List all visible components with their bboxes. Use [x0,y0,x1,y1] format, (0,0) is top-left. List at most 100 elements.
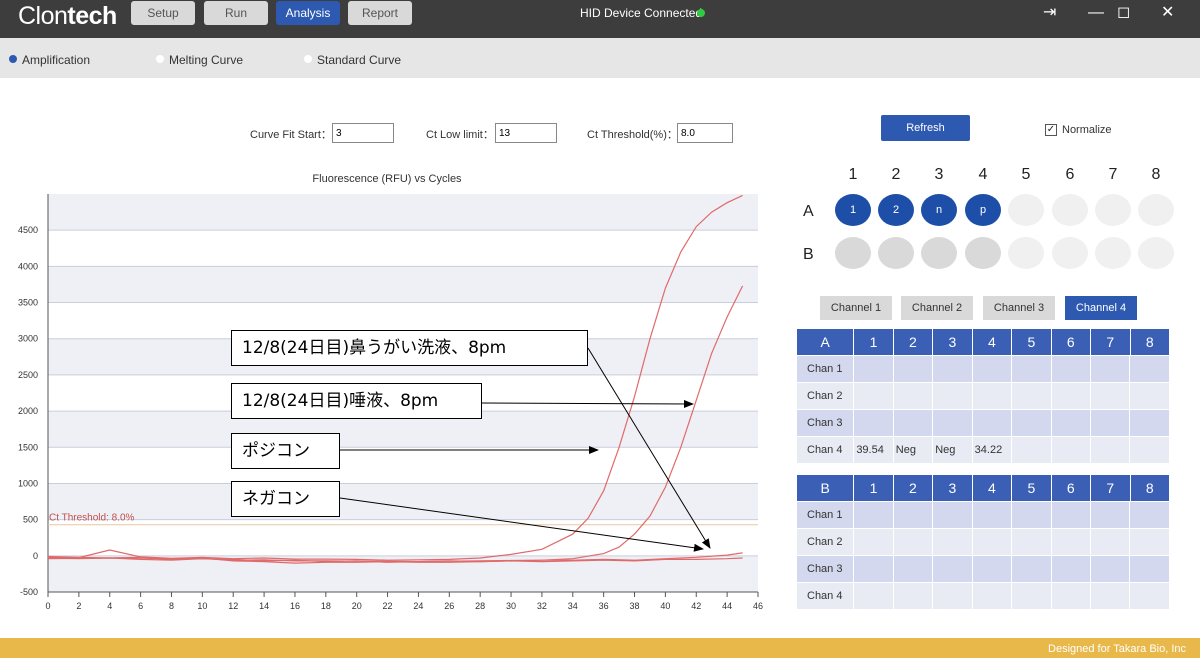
radio-standard-curve[interactable] [304,55,312,63]
table-header-cell: 1 [854,475,893,501]
tab-report[interactable]: Report [348,1,412,25]
ct-value-cell [1012,410,1051,436]
mode-melting-curve[interactable]: Melting Curve [169,53,243,67]
well-b2[interactable] [878,237,914,269]
mode-standard-curve[interactable]: Standard Curve [317,53,401,67]
y-tick-label: 0 [33,551,38,561]
ct-value-cell [854,356,893,382]
ct-value-cell [1130,556,1169,582]
ct-value-cell [1130,383,1169,409]
table-a-header-row: A12345678 [797,329,1170,356]
table-header-cell: 2 [893,329,933,355]
plate-col-6: 6 [1065,166,1075,183]
x-tick-label: 10 [197,601,207,611]
well-b5[interactable] [1008,237,1044,269]
channel-label: Chan 2 [797,383,854,409]
ct-value-cell [933,410,972,436]
tab-channel-4[interactable]: Channel 4 [1065,296,1137,320]
ct-value-cell [1012,356,1051,382]
ct-value-cell [893,356,933,382]
ct-value-cell [893,410,933,436]
ct-value-cell [1091,556,1130,582]
table-row: Chan 2 [797,529,1170,556]
table-b-header-row: B12345678 [797,475,1170,502]
x-tick-label: 30 [506,601,516,611]
well-a1[interactable]: 1 [835,194,871,226]
table-row: Chan 4 39.54 Neg Neg 34.22 [797,437,1170,464]
radio-melting-curve[interactable] [156,55,164,63]
ct-value-cell [893,502,933,528]
ct-value-cell: Neg [893,437,933,463]
well-b3[interactable] [921,237,957,269]
well-a2[interactable]: 2 [878,194,914,226]
y-tick-label: -500 [20,587,38,597]
ct-threshold-input[interactable] [677,123,733,143]
ct-value-cell [893,383,933,409]
tab-channel-3[interactable]: Channel 3 [983,296,1055,320]
plate-row-a: A [803,203,814,220]
ct-value-cell [933,529,972,555]
ct-threshold-label: Ct Threshold(%)： [587,129,678,141]
radio-amplification[interactable] [9,55,17,63]
y-tick-label: 3500 [18,298,38,308]
well-b7[interactable] [1095,237,1131,269]
minimize-icon[interactable]: — [1088,4,1104,22]
tab-analysis[interactable]: Analysis [276,1,340,25]
mode-amplification[interactable]: Amplification [22,53,90,67]
ct-value-cell [893,529,933,555]
y-tick-label: 2500 [18,370,38,380]
maximize-icon[interactable]: ◻ [1117,4,1130,22]
ct-value-cell [972,556,1012,582]
table-header-cell: B [797,475,854,501]
table-header-cell: 1 [854,329,893,355]
ct-value-cell [933,502,972,528]
table-header-cell: 8 [1130,329,1169,355]
table-row: Chan 3 [797,410,1170,437]
table-header-cell: 6 [1051,475,1091,501]
well-a6[interactable] [1052,194,1088,226]
ct-value-cell [1051,410,1091,436]
channel-label: Chan 1 [797,502,854,528]
ct-value-cell [854,529,893,555]
well-a4[interactable]: p [965,194,1001,226]
ct-value-cell [972,583,1012,609]
x-tick-label: 36 [599,601,609,611]
tab-run[interactable]: Run [204,1,268,25]
y-tick-label: 4500 [18,225,38,235]
tab-channel-1[interactable]: Channel 1 [820,296,892,320]
well-a7[interactable] [1095,194,1131,226]
normalize-checkbox[interactable]: ✓ [1045,124,1057,136]
refresh-button[interactable]: Refresh [881,115,970,141]
table-row: Chan 2 [797,383,1170,410]
well-b6[interactable] [1052,237,1088,269]
ct-low-input[interactable] [495,123,557,143]
well-b4[interactable] [965,237,1001,269]
ct-value-cell [1012,583,1051,609]
x-tick-label: 34 [568,601,578,611]
ct-value-cell [933,383,972,409]
well-b8[interactable] [1138,237,1174,269]
well-b1[interactable] [835,237,871,269]
x-tick-label: 4 [107,601,112,611]
well-a8[interactable] [1138,194,1174,226]
channel-label: Chan 4 [797,583,854,609]
plate-col-4: 4 [978,166,988,183]
ct-low-label: Ct Low limit： [426,129,494,141]
y-tick-label: 4000 [18,261,38,271]
ct-value-cell [972,529,1012,555]
tab-setup[interactable]: Setup [131,1,195,25]
close-icon[interactable]: ✕ [1161,4,1174,22]
curve-fit-input[interactable] [332,123,394,143]
x-tick-label: 40 [660,601,670,611]
tab-channel-2[interactable]: Channel 2 [901,296,973,320]
table-row: Chan 1 [797,356,1170,383]
plate-col-5: 5 [1021,166,1031,183]
well-a5[interactable] [1008,194,1044,226]
well-a3[interactable]: n [921,194,957,226]
table-header-cell: 3 [933,329,972,355]
chart-band [48,194,758,231]
ct-value-cell [1051,556,1091,582]
ct-value-cell [1130,529,1169,555]
exit-icon[interactable]: ⇥ [1043,4,1056,22]
analysis-mode-bar: Amplification Melting Curve Standard Cur… [0,38,1200,78]
